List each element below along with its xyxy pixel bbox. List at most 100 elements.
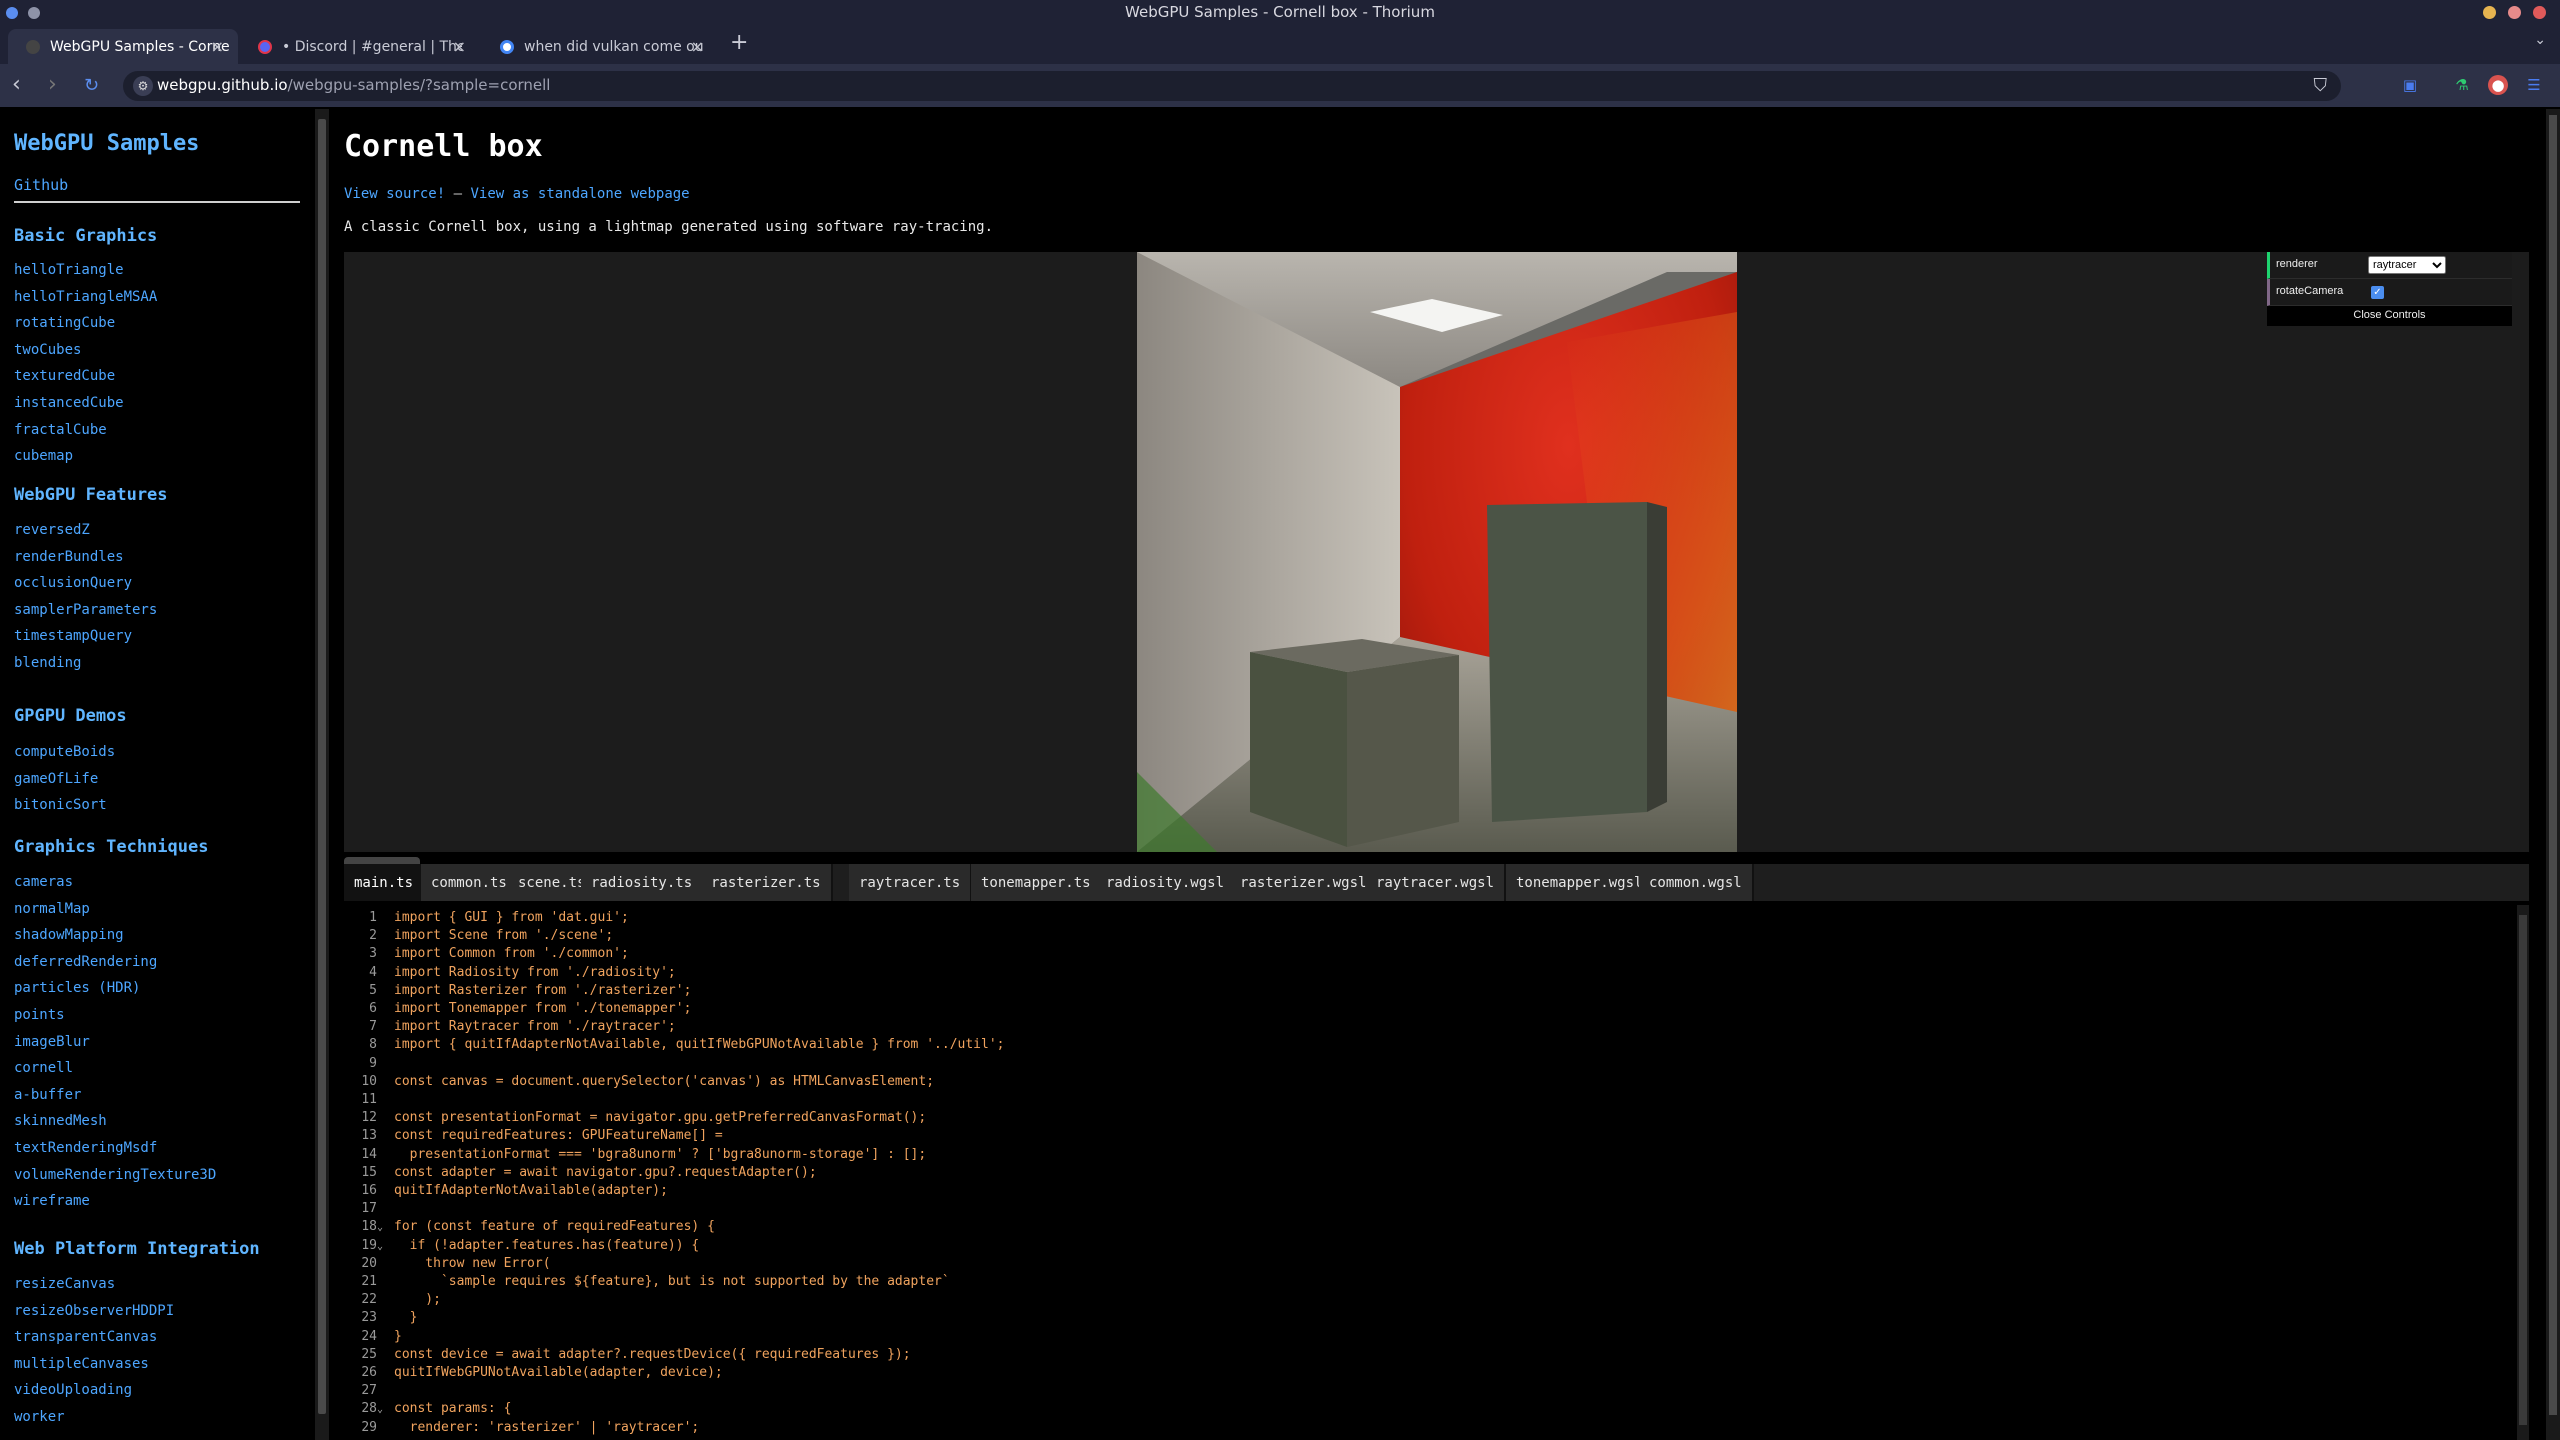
close-tab-icon[interactable]: × [691, 37, 704, 56]
file-tab-tonemapper-wgsl[interactable]: tonemapper.wgsl [1506, 864, 1655, 901]
sidebar-item-fractalcube[interactable]: fractalCube [14, 422, 107, 438]
close-tab-icon[interactable]: × [211, 37, 224, 56]
sidebar-item-worker[interactable]: worker [14, 1409, 65, 1425]
sidebar-brand[interactable]: WebGPU Samples [14, 131, 199, 156]
file-tab-rasterizer-wgsl[interactable]: rasterizer.wgsl [1230, 864, 1379, 901]
sidebar-item-rotatingcube[interactable]: rotatingCube [14, 315, 115, 331]
sidebar-item-twocubes[interactable]: twoCubes [14, 342, 81, 358]
sidebar-item-volumerenderingtexture3d[interactable]: volumeRenderingTexture3D [14, 1167, 216, 1183]
sidebar-item-timestampquery[interactable]: timestampQuery [14, 628, 132, 644]
scrollbar-thumb[interactable] [2549, 115, 2557, 1415]
sidebar-item-videouploading[interactable]: videoUploading [14, 1382, 132, 1398]
code-text: const params: { [394, 1401, 512, 1417]
file-tab-common-wgsl[interactable]: common.wgsl [1639, 864, 1754, 901]
sidebar-item-textrenderingmsdf[interactable]: textRenderingMsdf [14, 1140, 157, 1156]
file-tab-main-ts[interactable]: main.ts [344, 864, 426, 901]
file-tab-common-ts[interactable]: common.ts [421, 864, 519, 901]
sidebar-item-gameoflife[interactable]: gameOfLife [14, 771, 98, 787]
sidebar-item-shadowmapping[interactable]: shadowMapping [14, 927, 124, 943]
reload-icon[interactable]: ↻ [84, 75, 99, 96]
forward-arrow-icon[interactable]: › [48, 72, 57, 97]
close-tab-icon[interactable]: × [453, 37, 466, 56]
sidebar-item-particles-hdr[interactable]: particles (HDR) [14, 980, 140, 996]
sidebar-item-instancedcube[interactable]: instancedCube [14, 395, 124, 411]
view-source-link[interactable]: View source! [344, 186, 445, 202]
sidebar-item-computeboids[interactable]: computeBoids [14, 744, 115, 760]
line-number: 2 [369, 928, 377, 944]
sidebar-item-skinnedmesh[interactable]: skinnedMesh [14, 1113, 107, 1129]
extension-icon[interactable]: ▣ [2400, 75, 2420, 95]
tab-webgpu-samples[interactable]: WebGPU Samples - Cornell box × [8, 29, 238, 64]
tab-google-search[interactable]: when did vulkan come out × [482, 29, 718, 64]
sidebar-item-deferredrendering[interactable]: deferredRendering [14, 954, 157, 970]
line-number: 7 [369, 1019, 377, 1035]
fold-chevron-icon[interactable]: ⌄ [377, 1401, 387, 1419]
site-info-icon[interactable]: ⚙ [133, 76, 153, 96]
maximize-button[interactable] [2508, 6, 2521, 19]
sidebar-item-renderbundles[interactable]: renderBundles [14, 549, 124, 565]
sidebar-item-wireframe[interactable]: wireframe [14, 1193, 90, 1209]
code-line: 22 ); [344, 1291, 441, 1309]
fold-chevron-icon[interactable]: ⌄ [377, 1238, 387, 1256]
tab-strip: WebGPU Samples - Cornell box × • Discord… [0, 26, 2560, 64]
webgpu-canvas[interactable] [1137, 252, 1737, 852]
sidebar-item-points[interactable]: points [14, 1007, 65, 1023]
fold-chevron-icon[interactable]: ⌄ [377, 1219, 387, 1237]
new-tab-plus-icon[interactable]: + [730, 30, 748, 55]
code-text: if (!adapter.features.has(feature)) { [394, 1237, 700, 1253]
file-tab-raytracer-ts[interactable]: raytracer.ts [849, 864, 973, 901]
code-text: const device = await adapter?.requestDev… [394, 1346, 911, 1362]
close-window-button[interactable] [2533, 6, 2546, 19]
sidebar-item-transparentcanvas[interactable]: transparentCanvas [14, 1329, 157, 1345]
sidebar-item-multiplecanvases[interactable]: multipleCanvases [14, 1356, 149, 1372]
sidebar-item-bitonicsort[interactable]: bitonicSort [14, 797, 107, 813]
sidebar-item-cubemap[interactable]: cubemap [14, 448, 73, 464]
minimize-button[interactable] [2483, 6, 2496, 19]
address-url[interactable]: webgpu.github.io/webgpu-samples/?sample=… [157, 76, 550, 94]
sidebar-scrollbar[interactable] [315, 109, 329, 1440]
profile-avatar-icon[interactable]: ● [2488, 75, 2508, 95]
sidebar-item-a-buffer[interactable]: a-buffer [14, 1087, 81, 1103]
sidebar-item-reversedz[interactable]: reversedZ [14, 522, 90, 538]
address-bar[interactable]: ⚙ webgpu.github.io/webgpu-samples/?sampl… [123, 71, 2341, 101]
rotate-camera-checkbox[interactable]: ✓ [2371, 286, 2384, 299]
samples-sidebar: WebGPU Samples Github Basic Graphics hell… [0, 109, 315, 1440]
back-arrow-icon[interactable]: ‹ [12, 72, 21, 97]
sidebar-item-texturedcube[interactable]: texturedCube [14, 368, 115, 384]
source-code-viewer[interactable]: 1 import { GUI } from 'dat.gui'; 2 import S… [344, 905, 2529, 1440]
sidebar-item-cameras[interactable]: cameras [14, 874, 73, 890]
sidebar-item-occlusionquery[interactable]: occlusionQuery [14, 575, 132, 591]
sidebar-item-hellotrianglemsaa[interactable]: helloTriangleMSAA [14, 289, 157, 305]
scrollbar-thumb[interactable] [318, 119, 326, 1414]
renderer-select[interactable]: raytracer [2368, 256, 2446, 274]
main-content: Cornell box View source! — View as stand… [329, 109, 2546, 1440]
file-tab-tonemapper-ts[interactable]: tonemapper.ts [971, 864, 1103, 901]
github-link[interactable]: Github [14, 176, 68, 194]
sidebar-item-samplerparameters[interactable]: samplerParameters [14, 602, 157, 618]
code-scrollbar[interactable] [2517, 905, 2529, 1440]
scrollbar-thumb[interactable] [2519, 915, 2527, 1425]
file-tab-raytracer-wgsl[interactable]: raytracer.wgsl [1366, 864, 1507, 901]
tab-discord[interactable]: • Discord | #general | The × [240, 29, 480, 64]
standalone-link[interactable]: View as standalone webpage [470, 186, 689, 202]
file-tab-radiosity-wgsl[interactable]: radiosity.wgsl [1096, 864, 1237, 901]
code-text: import Radiosity from './radiosity'; [394, 964, 676, 980]
tab-search-chevron-icon[interactable]: ⌄ [2534, 32, 2546, 48]
bookmark-icon[interactable]: ⛉ [2314, 75, 2328, 96]
code-text: } [394, 1310, 418, 1326]
sidebar-item-resizecanvas[interactable]: resizeCanvas [14, 1276, 115, 1292]
file-tab-radiosity-ts[interactable]: radiosity.ts [581, 864, 705, 901]
sidebar-item-cornell[interactable]: cornell [14, 1060, 73, 1076]
page-scrollbar[interactable] [2546, 109, 2560, 1440]
code-text: import { quitIfAdapterNotAvailable, quit… [394, 1037, 1005, 1053]
close-controls-button[interactable]: Close Controls [2267, 306, 2512, 326]
sidebar-item-normalmap[interactable]: normalMap [14, 901, 90, 917]
sidebar-item-hellotriangle[interactable]: helloTriangle [14, 262, 124, 278]
file-tab-rasterizer-ts[interactable]: rasterizer.ts [701, 864, 833, 901]
code-line: 14 presentationFormat === 'bgra8unorm' ?… [344, 1146, 926, 1164]
sidebar-item-resizeobserverhddpi[interactable]: resizeObserverHDDPI [14, 1303, 174, 1319]
sidebar-item-imageblur[interactable]: imageBlur [14, 1034, 90, 1050]
sidebar-item-blending[interactable]: blending [14, 655, 81, 671]
menu-hamburger-icon[interactable]: ☰ [2524, 75, 2544, 95]
labs-flask-icon[interactable]: ⚗ [2452, 75, 2472, 95]
